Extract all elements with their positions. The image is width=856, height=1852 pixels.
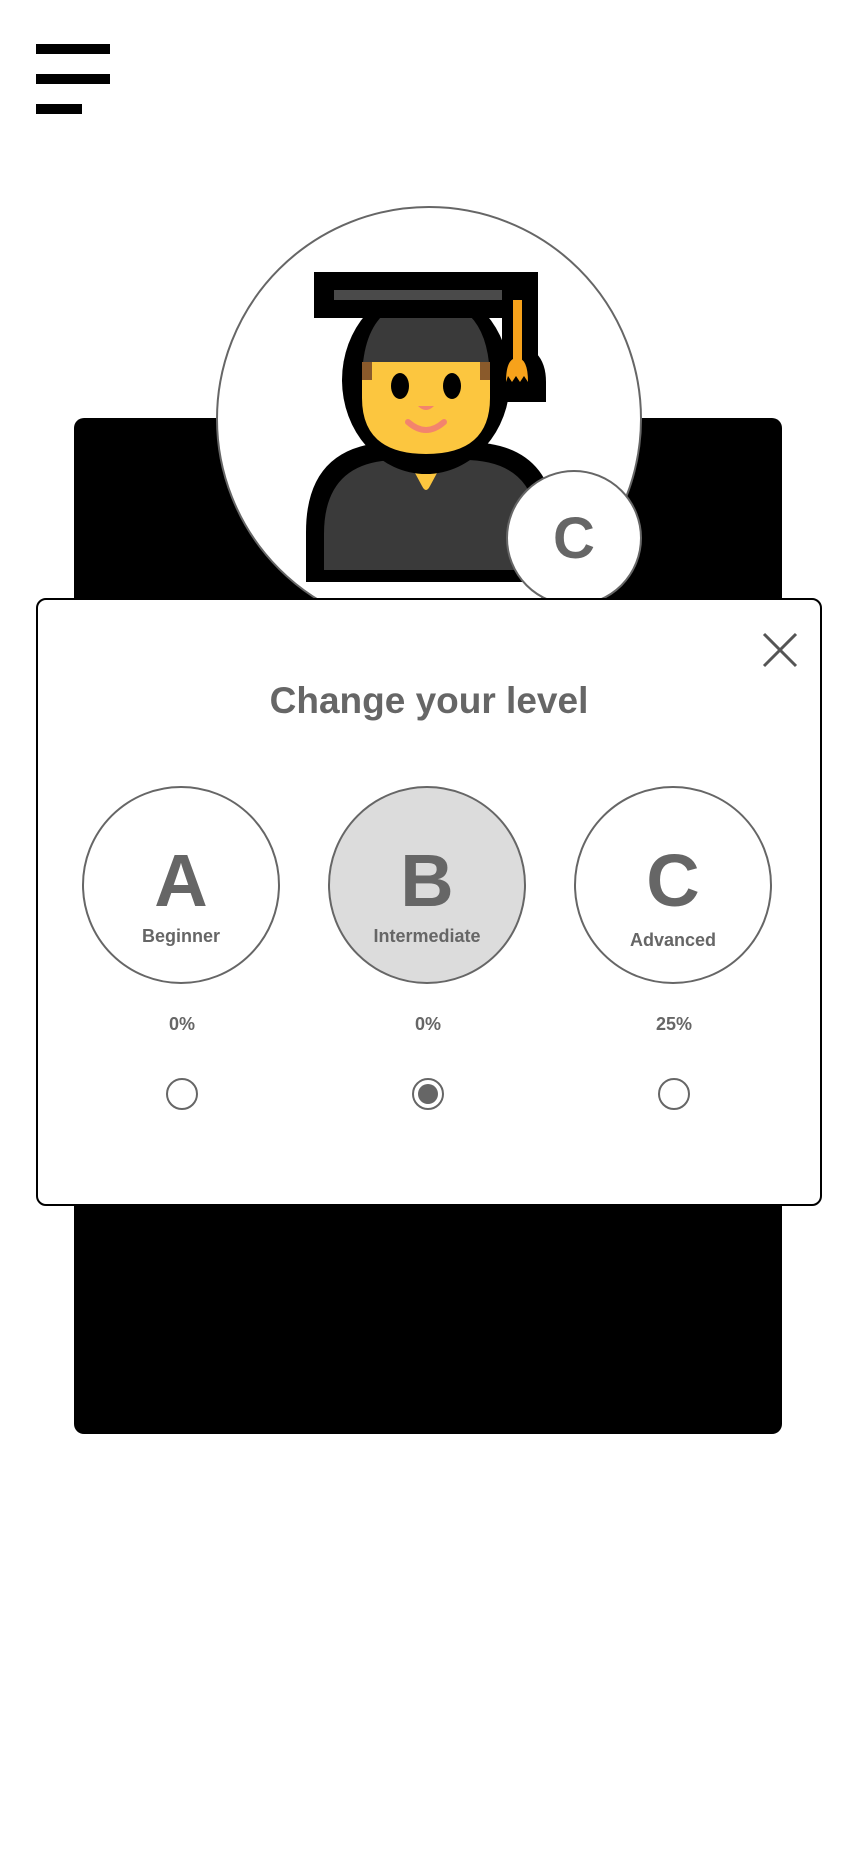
change-level-modal: Change your level A Beginner 0% B Interm…	[36, 598, 822, 1206]
modal-title: Change your level	[269, 680, 589, 721]
level-circle-beginner[interactable]: A Beginner	[82, 786, 280, 984]
level-name: Beginner	[141, 926, 220, 946]
level-circle-intermediate[interactable]: B Intermediate	[328, 786, 526, 984]
close-icon[interactable]	[760, 630, 800, 670]
level-circle-advanced[interactable]: C Advanced	[574, 786, 772, 984]
level-letter: B	[400, 839, 454, 922]
current-level-badge: C	[506, 470, 642, 606]
level-option-a: A Beginner 0%	[82, 786, 282, 1110]
level-option-c: C Advanced 25%	[574, 786, 774, 1110]
level-name: Advanced	[629, 930, 717, 950]
level-letter: C	[646, 839, 700, 922]
level-progress: 25%	[655, 1014, 693, 1034]
menu-line	[36, 104, 82, 114]
level-name: Intermediate	[373, 926, 481, 946]
level-radio-advanced[interactable]	[658, 1078, 690, 1110]
page: C Change your level A Beginner 0% B Inte…	[0, 0, 856, 1852]
level-option-b: B Intermediate 0%	[328, 786, 528, 1110]
level-progress: 0%	[414, 1014, 441, 1034]
level-letter: A	[154, 839, 208, 922]
level-radio-beginner[interactable]	[166, 1078, 198, 1110]
menu-line	[36, 44, 110, 54]
hamburger-menu-icon[interactable]	[36, 44, 112, 116]
level-radio-intermediate[interactable]	[412, 1078, 444, 1110]
level-progress: 0%	[168, 1014, 195, 1034]
menu-line	[36, 74, 110, 84]
